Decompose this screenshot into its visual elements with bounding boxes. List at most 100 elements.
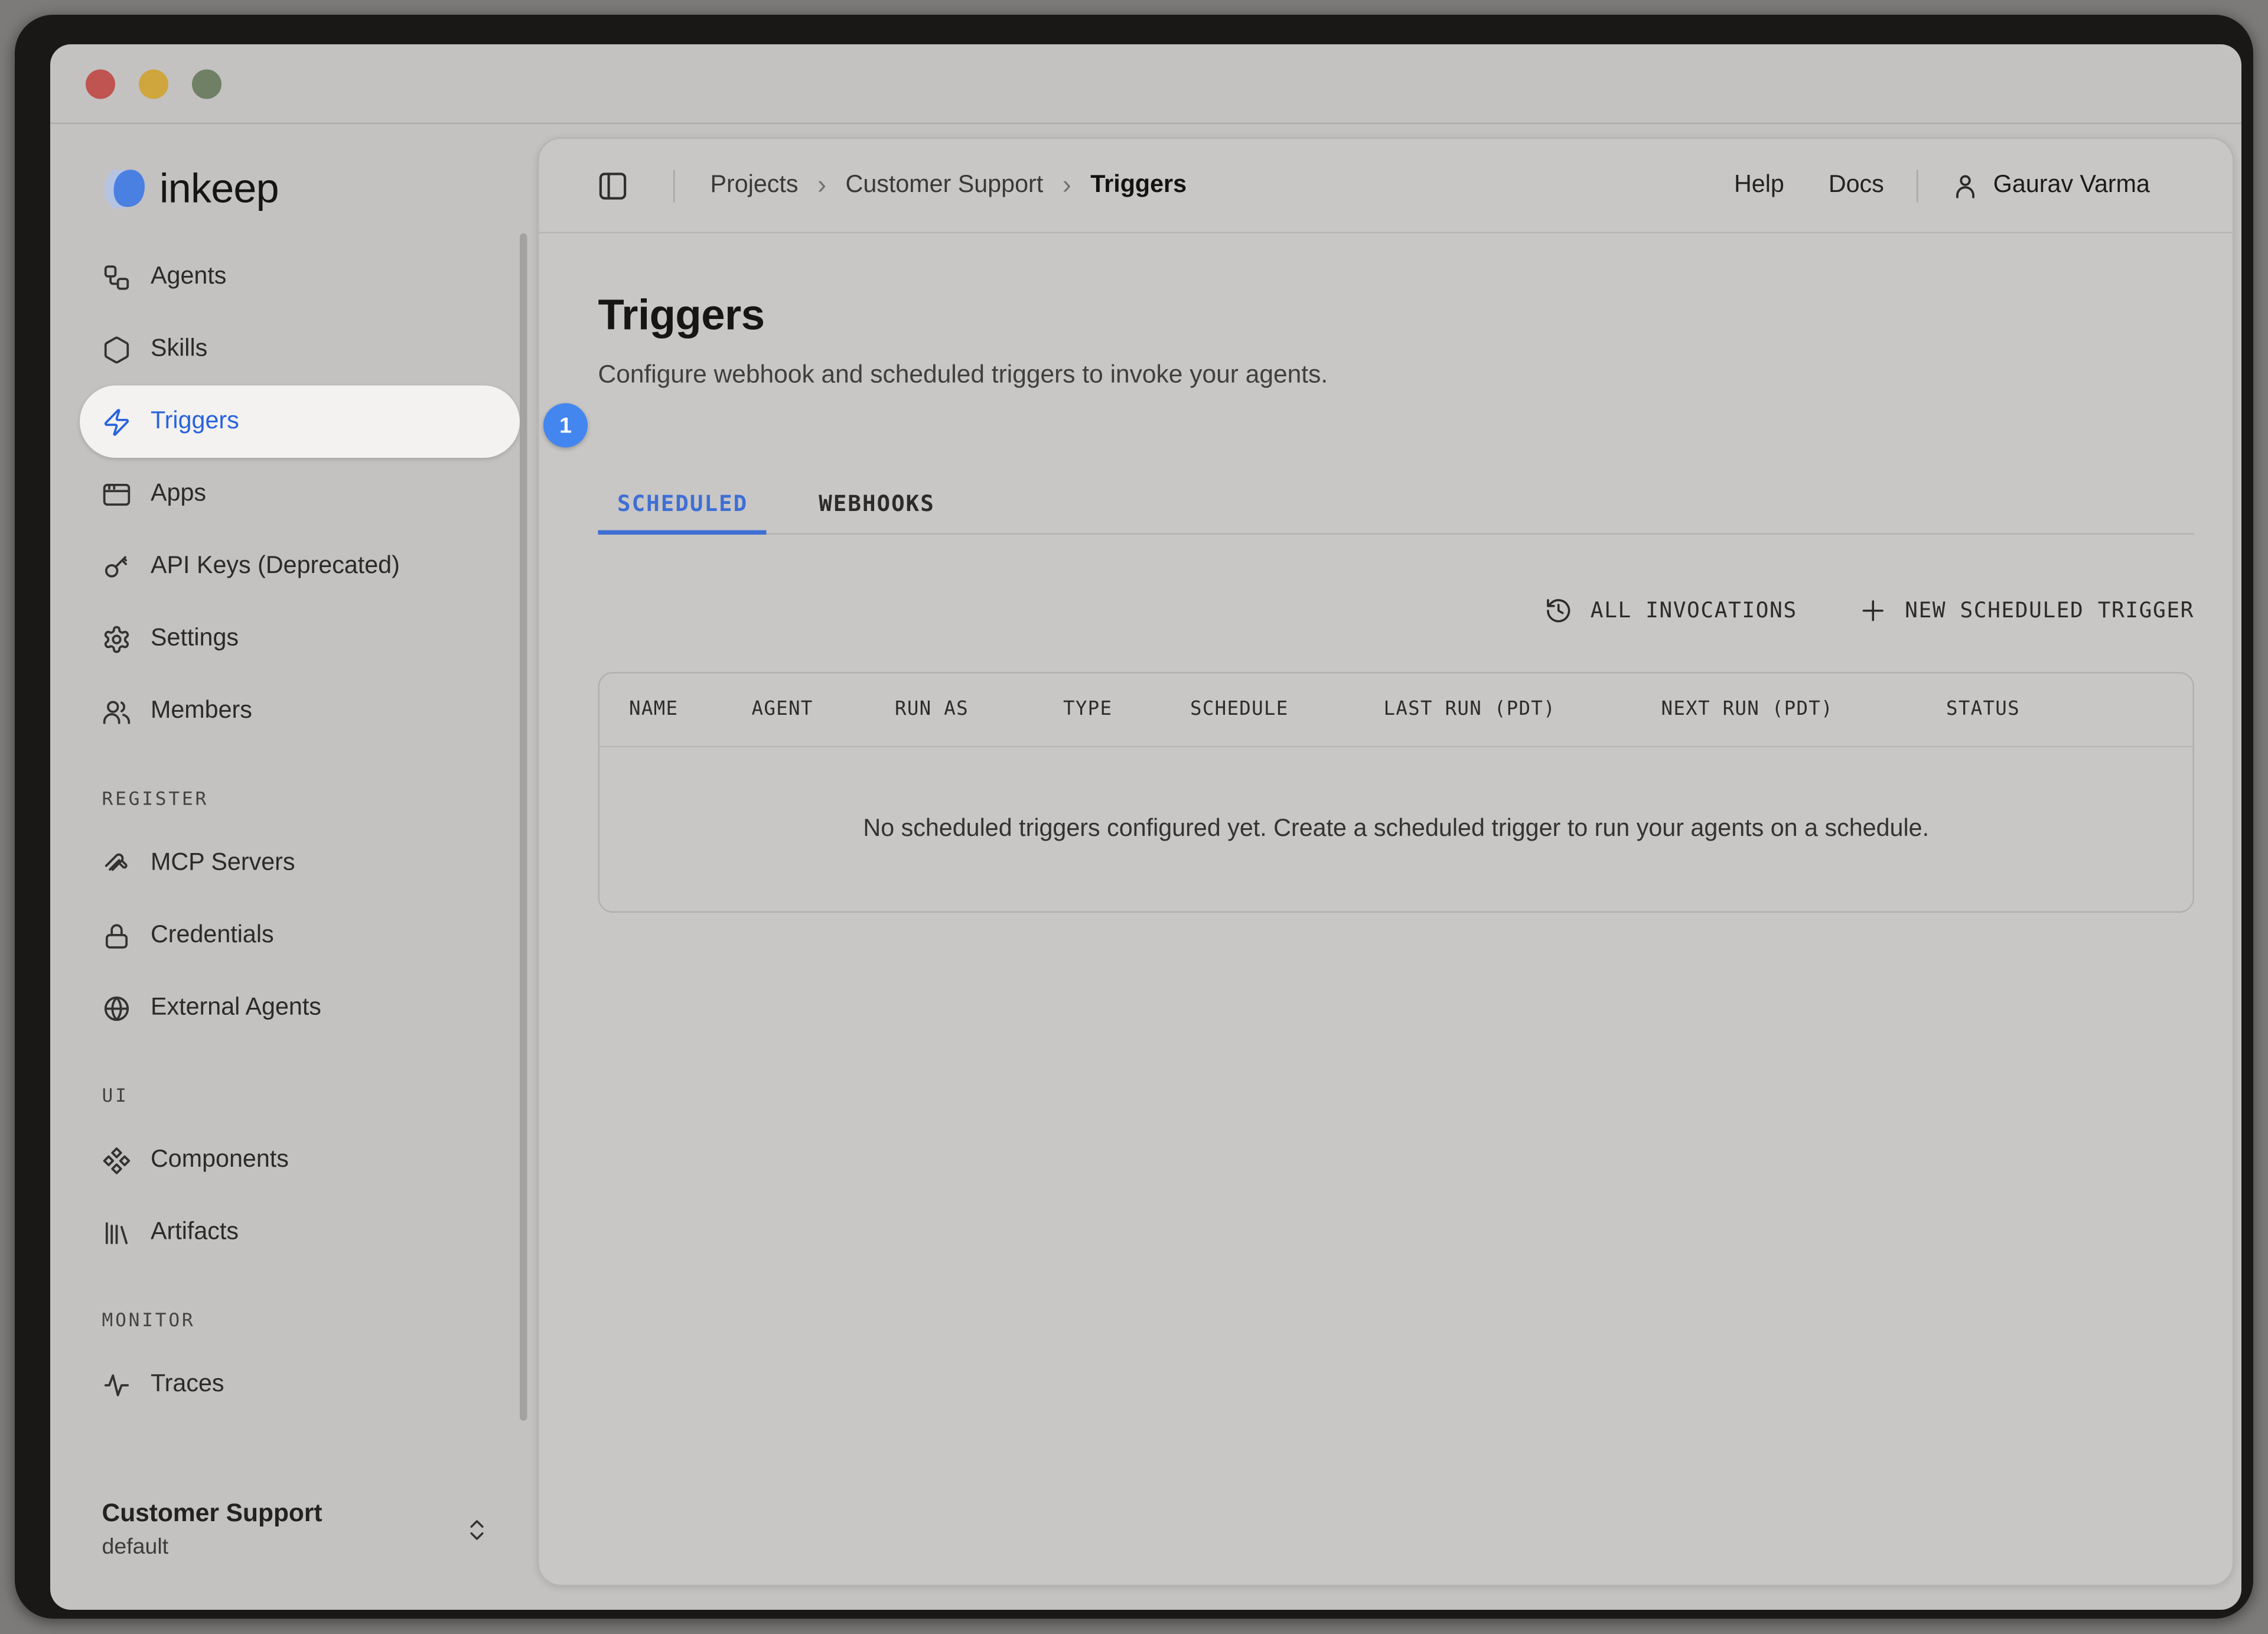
plus-icon [1859,597,1888,625]
history-icon [1544,597,1573,625]
sidebar-item-artifacts[interactable]: Artifacts [80,1196,520,1269]
library-icon [102,1218,132,1247]
project-name: Customer Support [102,1499,464,1529]
logo-wordmark: inkeep [159,165,279,213]
globe-icon [102,993,132,1023]
titlebar [50,44,2241,124]
main-panel: Projects › Customer Support › Triggers H… [537,138,2234,1587]
sidebar-item-agents[interactable]: Agents [80,241,520,314]
sidebar-item-label: Credentials [151,922,274,950]
chevrons-up-down-icon [464,1516,490,1543]
screen: inkeep Agents Skills [0,0,2268,1634]
sidebar-item-label: API Keys (Deprecated) [151,552,400,581]
gear-icon [102,624,132,653]
key-icon [102,552,132,581]
breadcrumb: Projects › Customer Support › Triggers [711,170,1187,201]
component-icon [102,1145,132,1175]
sidebar-section-monitor: MONITOR Traces [50,1308,537,1421]
section-label: MONITOR [50,1308,537,1335]
sidebar-toggle-button[interactable] [597,169,629,201]
docs-link[interactable]: Docs [1829,171,1884,200]
lock-icon [102,921,132,951]
section-label: UI [50,1084,537,1111]
sidebar-item-external-agents[interactable]: External Agents [80,972,520,1044]
column-header-type: TYPE [1063,699,1190,721]
sidebar-item-label: Skills [151,336,207,364]
breadcrumb-projects[interactable]: Projects [711,171,799,200]
all-invocations-label: ALL INVOCATIONS [1591,599,1797,623]
sidebar-item-label: Settings [151,625,239,653]
sidebar-scrollbar[interactable] [520,233,527,1421]
main-header: Projects › Customer Support › Triggers H… [539,139,2233,233]
tab-webhooks[interactable]: WEBHOOKS [800,476,954,535]
sidebar-item-label: MCP Servers [151,849,295,878]
sidebar-item-label: Agents [151,263,226,291]
column-header-next-run: NEXT RUN (PDT) [1661,699,1947,721]
sidebar-item-skills[interactable]: Skills [80,313,520,386]
page-title: Triggers [598,292,2195,341]
column-header-last-run: LAST RUN (PDT) [1384,699,1661,721]
device-frame: inkeep Agents Skills [15,15,2253,1619]
workflow-icon [102,262,132,292]
primary-nav: Agents Skills Triggers [50,241,537,748]
sidebar-item-label: Components [151,1146,289,1174]
tab-scheduled[interactable]: SCHEDULED [598,476,767,535]
header-divider [673,169,675,201]
sidebar-item-traces[interactable]: Traces [80,1349,520,1421]
annotation-badge-1: 1 [543,403,588,448]
chevron-right-icon: › [799,170,846,201]
scheduled-triggers-table: NAME AGENT RUN AS TYPE SCHEDULE LAST RUN… [598,672,2195,913]
zap-icon [102,407,132,437]
inkeep-logo-icon [99,165,149,213]
sidebar-item-components[interactable]: Components [80,1124,520,1197]
project-switcher[interactable]: Customer Support default [102,1499,509,1560]
sidebar-item-api-keys[interactable]: API Keys (Deprecated) [80,530,520,603]
traffic-light-close[interactable] [86,69,115,98]
sidebar-item-apps[interactable]: Apps [80,458,520,530]
sidebar-item-label: Members [151,697,252,725]
sidebar-item-label: Triggers [151,408,239,436]
traffic-light-minimize[interactable] [139,69,168,98]
sidebar-item-settings[interactable]: Settings [80,603,520,675]
tabs: SCHEDULED WEBHOOKS [598,476,2195,535]
section-label: REGISTER [50,787,537,814]
empty-state-message: No scheduled triggers configured yet. Cr… [599,747,2193,912]
user-name: Gaurav Varma [1993,171,2150,200]
help-link[interactable]: Help [1734,171,1784,200]
chevron-right-icon: › [1043,170,1090,201]
sidebar-section-register: REGISTER MCP Servers Credent [50,787,537,1044]
sidebar-item-members[interactable]: Members [80,675,520,748]
app-window-icon [102,479,132,509]
hexagon-icon [102,334,132,364]
sidebar-item-triggers[interactable]: Triggers [80,386,520,458]
sidebar-section-ui: UI Components Artifacts [50,1084,537,1269]
sidebar-item-credentials[interactable]: Credentials [80,900,520,972]
table-header-row: NAME AGENT RUN AS TYPE SCHEDULE LAST RUN… [599,673,2193,747]
traffic-light-zoom[interactable] [192,69,221,98]
sidebar-item-label: External Agents [151,994,321,1023]
all-invocations-button[interactable]: ALL INVOCATIONS [1544,597,1797,625]
sidebar-item-mcp-servers[interactable]: MCP Servers [80,827,520,900]
users-icon [102,696,132,726]
sidebar-item-label: Artifacts [151,1219,239,1247]
header-divider [1917,169,1918,201]
column-header-schedule: SCHEDULE [1190,699,1384,721]
breadcrumb-customer-support[interactable]: Customer Support [846,171,1044,200]
column-header-run-as: RUN AS [895,699,1063,721]
column-header-status: STATUS [1946,699,2193,721]
user-menu[interactable]: Gaurav Varma [1950,171,2150,200]
page-description: Configure webhook and scheduled triggers… [598,360,2195,390]
sidebar: inkeep Agents Skills [50,126,537,1610]
new-scheduled-trigger-label: NEW SCHEDULED TRIGGER [1905,599,2194,623]
activity-icon [102,1370,132,1399]
sidebar-item-label: Apps [151,480,206,509]
app-window: inkeep Agents Skills [50,44,2241,1610]
page-content: Triggers Configure webhook and scheduled… [539,292,2233,913]
breadcrumb-current-page: Triggers [1090,171,1187,200]
new-scheduled-trigger-button[interactable]: NEW SCHEDULED TRIGGER [1859,597,2194,625]
inkeep-logo[interactable]: inkeep [50,164,537,214]
mcp-icon [102,848,132,878]
sidebar-item-label: Traces [151,1371,224,1399]
project-environment: default [102,1535,464,1560]
column-header-name: NAME [629,699,752,721]
